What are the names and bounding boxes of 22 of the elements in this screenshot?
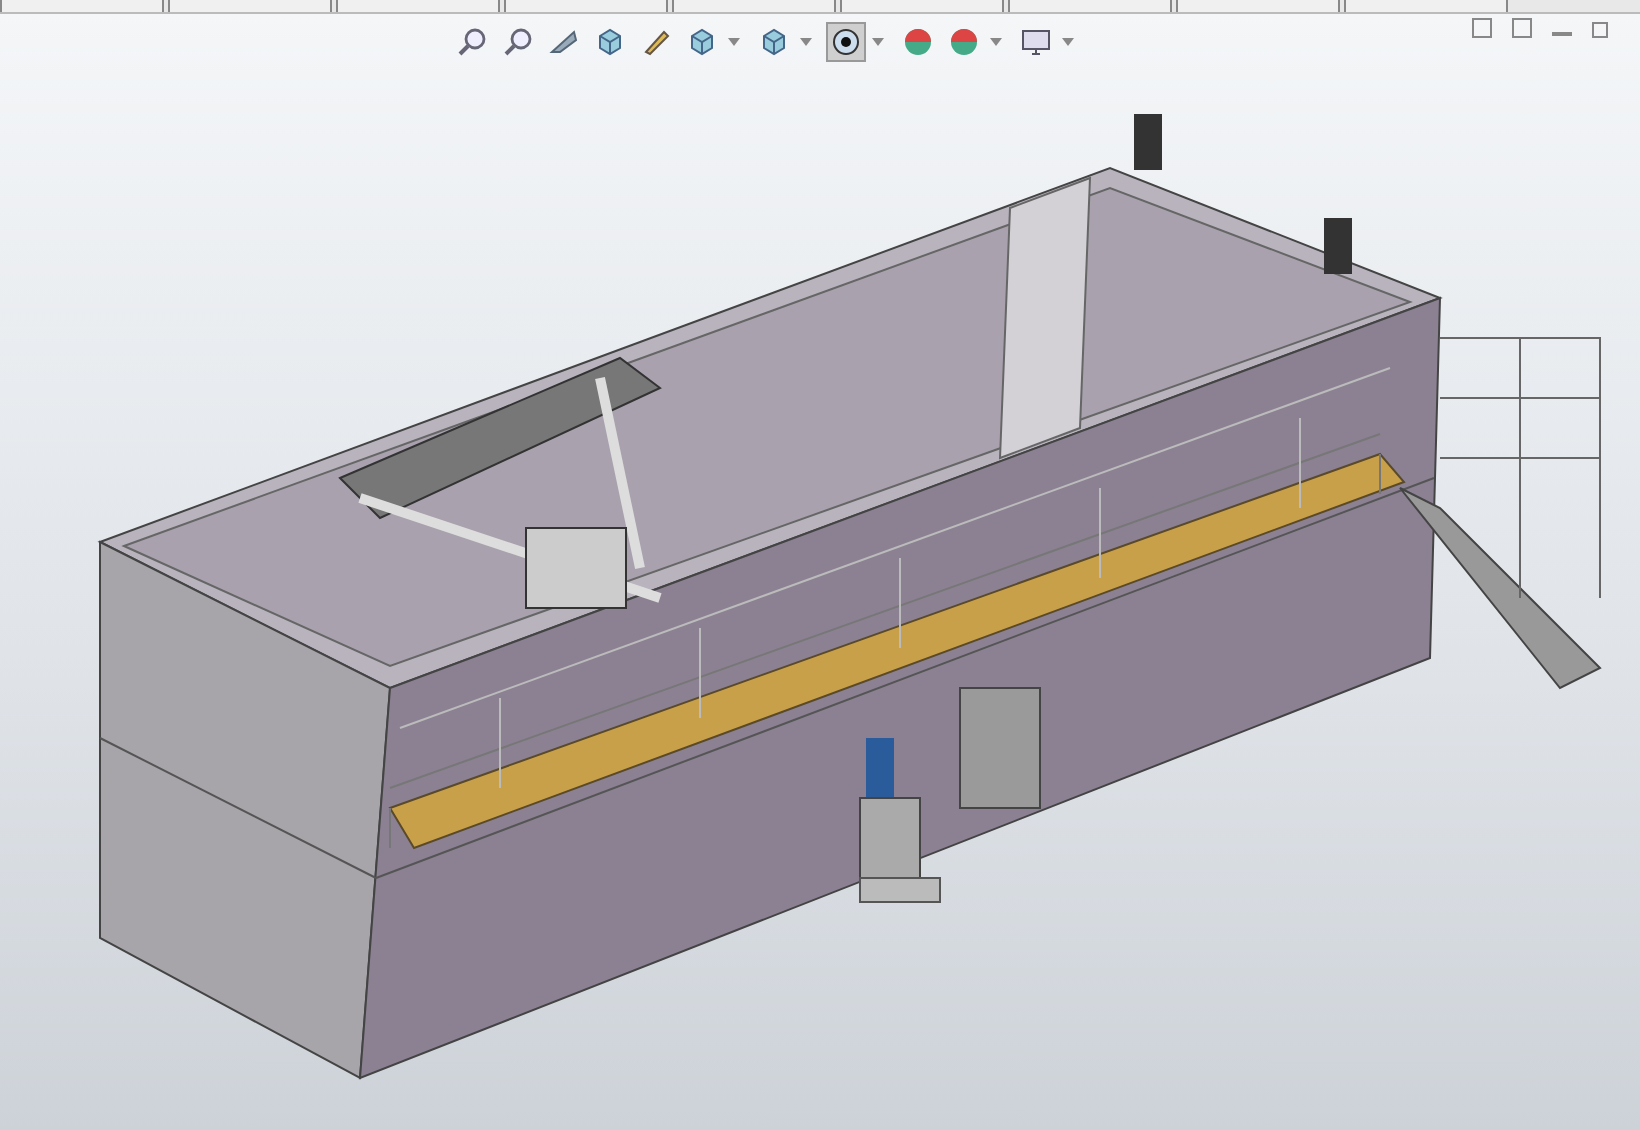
- magnifier-icon: [456, 26, 488, 58]
- document-tab[interactable]: [0, 0, 164, 12]
- document-tab[interactable]: [1176, 0, 1340, 12]
- document-tab[interactable]: [336, 0, 500, 12]
- restore-icon[interactable]: [1592, 18, 1612, 38]
- monitor-icon: [1020, 26, 1052, 58]
- document-tab[interactable]: [672, 0, 836, 12]
- document-tab[interactable]: [840, 0, 1004, 12]
- view-tool[interactable]: [826, 22, 866, 62]
- caret-icon[interactable]: [728, 36, 740, 48]
- sphere-icon: [948, 26, 980, 58]
- document-tab[interactable]: [168, 0, 332, 12]
- magnifier-icon: [502, 26, 534, 58]
- eye-icon: [830, 26, 862, 58]
- caret-icon[interactable]: [1062, 36, 1074, 48]
- sphere-icon: [902, 26, 934, 58]
- document-tab[interactable]: [1344, 0, 1508, 12]
- caret-icon[interactable]: [872, 36, 884, 48]
- document-tab[interactable]: [504, 0, 668, 12]
- caret-icon[interactable]: [990, 36, 1002, 48]
- caret-icon[interactable]: [800, 36, 812, 48]
- document-tab[interactable]: [1008, 0, 1172, 12]
